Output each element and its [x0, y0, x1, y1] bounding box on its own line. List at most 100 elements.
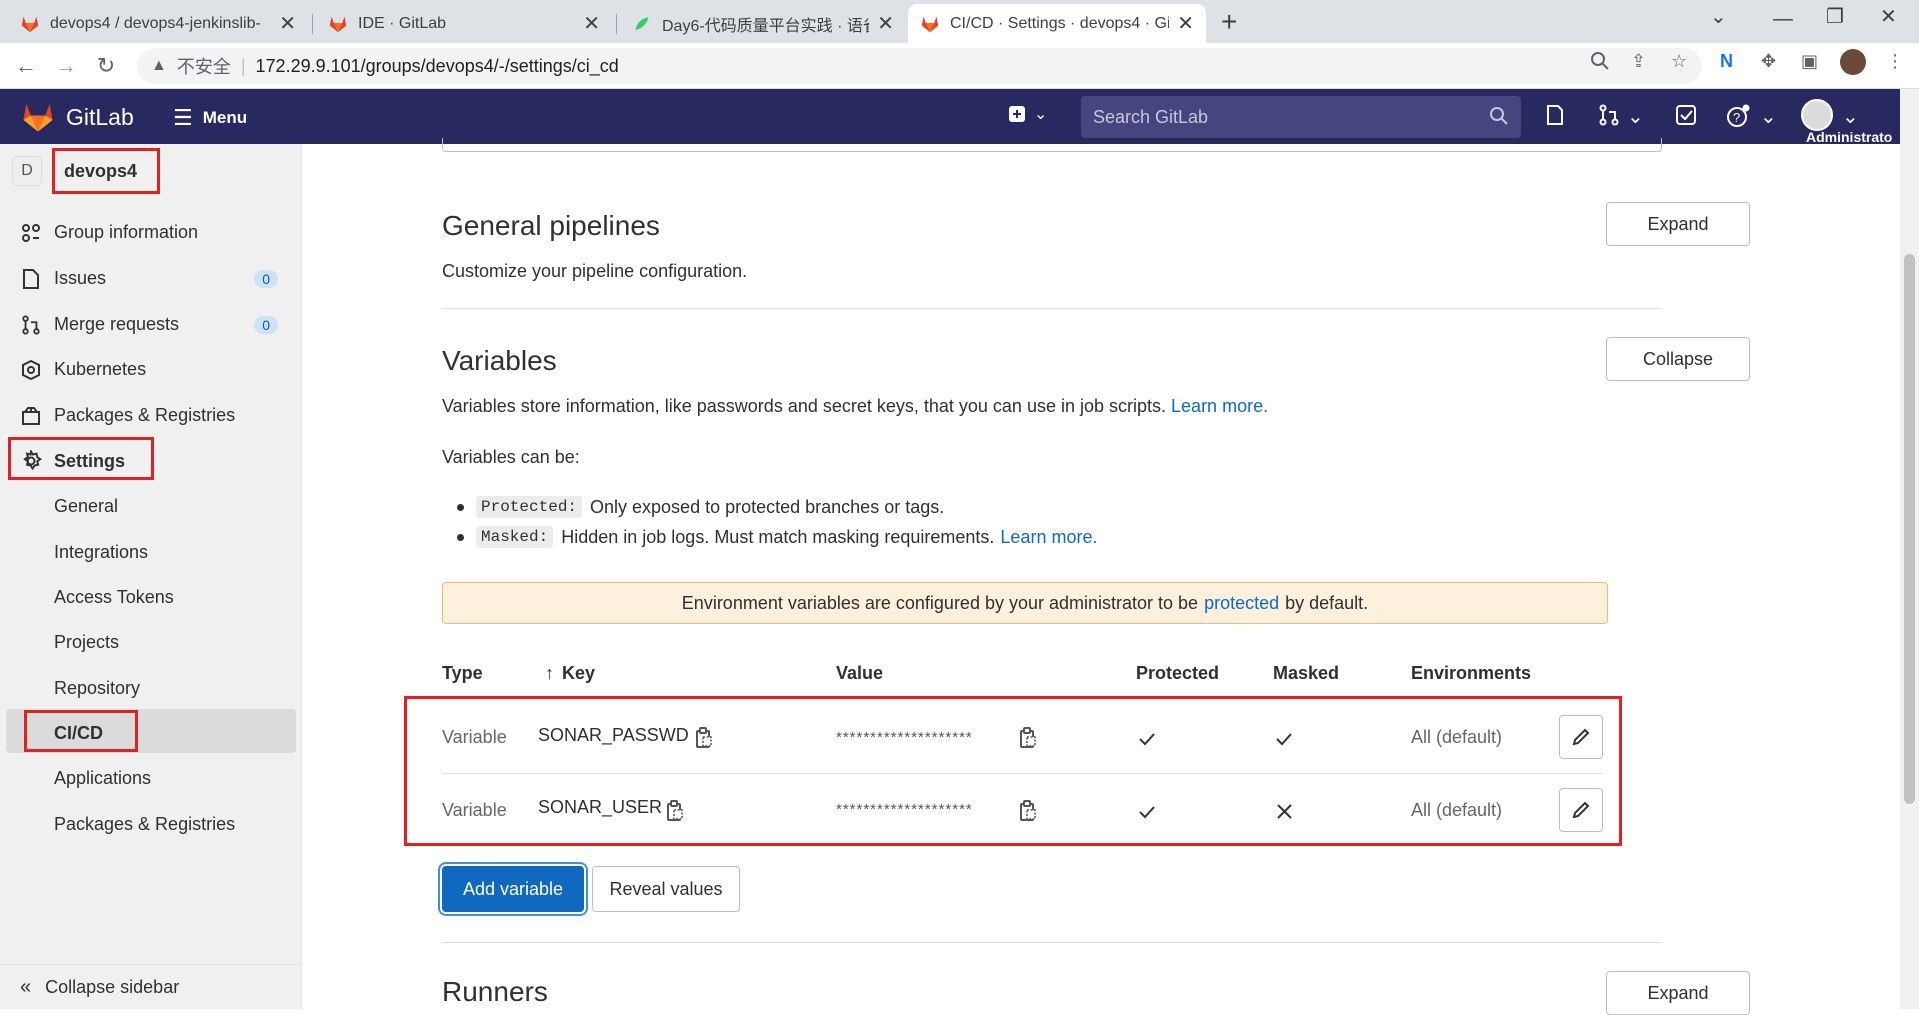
search-icon	[1489, 106, 1509, 126]
learn-more-link[interactable]: Learn more.	[1171, 396, 1268, 416]
yuque-icon	[632, 15, 652, 33]
section-title-runners: Runners	[442, 976, 548, 1007]
extension-n-icon[interactable]: N	[1720, 51, 1733, 72]
highlight-box	[24, 710, 138, 752]
sidebar-subitem-repository[interactable]: Repository	[54, 678, 140, 699]
sidebar-item-merge-requests[interactable]: Merge requests 0	[20, 314, 282, 335]
section-title-variables: Variables	[442, 345, 557, 376]
merge-request-icon	[20, 314, 42, 335]
chevron-down-icon: ⌄	[1034, 106, 1048, 123]
user-avatar[interactable]	[1801, 99, 1833, 131]
column-header-masked: Masked	[1273, 663, 1340, 683]
highlight-box	[52, 148, 160, 194]
sidepanel-icon[interactable]: ▣	[1801, 51, 1818, 72]
gitlab-logo[interactable]: GitLab	[20, 101, 134, 133]
column-header-protected: Protected	[1136, 663, 1220, 683]
sidebar-item-kubernetes[interactable]: Kubernetes	[20, 359, 282, 380]
reload-icon[interactable]: ↻	[92, 52, 120, 80]
close-tab-icon[interactable]: ✕	[1177, 11, 1194, 36]
close-window-icon[interactable]: ✕	[1880, 4, 1897, 29]
browser-tab[interactable]: IDE · GitLab ✕	[316, 4, 612, 43]
menu-button[interactable]: ☰ Menu	[173, 105, 247, 131]
issues-count-badge: 0	[254, 269, 278, 288]
close-tab-icon[interactable]: ✕	[583, 11, 600, 36]
group-info-icon	[20, 223, 42, 243]
group-avatar: D	[12, 156, 42, 186]
new-dropdown-button[interactable]: ⌄	[1008, 104, 1047, 124]
section-title-general-pipelines: General pipelines	[442, 210, 660, 241]
column-header-key[interactable]: ↑ Key	[545, 663, 595, 684]
browser-menu-icon[interactable]: ⋮	[1886, 51, 1904, 72]
variables-desc: Variables store information, like passwo…	[442, 396, 1269, 416]
back-icon[interactable]: ←	[12, 52, 40, 80]
share-icon[interactable]: ⇪	[1631, 51, 1646, 72]
close-tab-icon[interactable]: ✕	[279, 11, 296, 36]
sidebar-item-issues[interactable]: Issues 0	[20, 268, 282, 289]
sidebar-subitem-general[interactable]: General	[54, 496, 118, 517]
sidebar-item-group-information[interactable]: Group information	[20, 222, 282, 243]
scrollbar-thumb[interactable]	[1904, 254, 1915, 804]
chevron-down-icon[interactable]: ⌄	[1760, 104, 1777, 129]
chevron-down-icon[interactable]: ⌄	[1842, 104, 1859, 129]
sidebar-item-packages-registries[interactable]: Packages & Registries	[20, 405, 282, 426]
todo-icon[interactable]	[1675, 104, 1697, 126]
tab-search-icon[interactable]: ⌄	[1710, 4, 1727, 29]
column-header-type: Type	[442, 663, 483, 683]
svg-text:?: ?	[1733, 110, 1740, 125]
reveal-values-button[interactable]: Reveal values	[592, 866, 740, 912]
protected-link[interactable]: protected	[1204, 593, 1279, 614]
sidebar-subitem-access-tokens[interactable]: Access Tokens	[54, 587, 174, 608]
variables-can-be-label: Variables can be:	[442, 447, 580, 467]
column-header-environments: Environments	[1411, 663, 1532, 683]
hamburger-icon: ☰	[173, 105, 193, 130]
expand-runners-button[interactable]: Expand	[1606, 971, 1750, 1015]
masked-learn-more-link[interactable]: Learn more.	[1000, 527, 1097, 548]
search-input[interactable]: Search GitLab	[1081, 96, 1521, 138]
expand-general-pipelines-button[interactable]: Expand	[1606, 202, 1750, 246]
new-tab-button[interactable]: +	[1221, 6, 1237, 38]
help-icon[interactable]: ?	[1726, 104, 1750, 128]
gitlab-fox-icon	[920, 15, 940, 33]
highlight-box	[404, 696, 1622, 846]
gitlab-fox-icon	[20, 15, 40, 33]
sidebar-subitem-integrations[interactable]: Integrations	[54, 542, 148, 563]
browser-tab-active[interactable]: CI/CD · Settings · devops4 · Gi ✕	[908, 4, 1206, 43]
sidebar-subitem-applications[interactable]: Applications	[54, 768, 151, 789]
package-icon	[20, 406, 42, 426]
previous-section-edge	[442, 138, 1662, 152]
forward-icon[interactable]: →	[52, 52, 80, 80]
collapse-variables-button[interactable]: Collapse	[1606, 337, 1750, 381]
double-chevron-left-icon: «	[20, 975, 32, 998]
main-content: General pipelines Customize your pipelin…	[302, 138, 1900, 1015]
highlight-box	[8, 437, 154, 480]
warning-icon: ▲	[151, 57, 167, 74]
address-bar: ← → ↻ ▲ 不安全 | 172.29.9.101/groups/devops…	[0, 43, 1919, 89]
bookmark-star-icon[interactable]: ☆	[1671, 51, 1687, 72]
kubernetes-icon	[20, 359, 42, 380]
browser-tab[interactable]: Day6-代码质量平台实践 · 语雀 ✕	[620, 4, 906, 43]
issues-icon[interactable]	[1545, 104, 1565, 126]
user-name-label: Administrato	[1806, 129, 1893, 145]
protected-default-alert: Environment variables are configured by …	[442, 582, 1608, 624]
close-tab-icon[interactable]: ✕	[877, 11, 894, 36]
gitlab-header: GitLab ☰ Menu ⌄ Search GitLab ⌄ ? ⌄ ⌄ Ad…	[0, 89, 1919, 145]
add-variable-button[interactable]: Add variable	[442, 866, 584, 912]
restore-icon[interactable]: ❐	[1826, 4, 1844, 29]
page-scrollbar[interactable]	[1900, 89, 1919, 1009]
profile-avatar[interactable]	[1840, 49, 1866, 75]
puzzle-icon[interactable]: ✥	[1761, 51, 1776, 72]
column-header-value: Value	[836, 663, 884, 683]
browser-tab[interactable]: devops4 / devops4-jenkinslib- ✕	[8, 4, 308, 43]
zoom-icon[interactable]	[1590, 51, 1610, 71]
merge-request-icon[interactable]	[1598, 104, 1620, 126]
gitlab-fox-icon	[328, 15, 348, 33]
list-item: Masked: Hidden in job logs. Must match m…	[457, 526, 1097, 548]
sort-arrow-up-icon: ↑	[545, 663, 554, 683]
sidebar-subitem-projects[interactable]: Projects	[54, 632, 119, 653]
url-field[interactable]: ▲ 不安全 | 172.29.9.101/groups/devops4/-/se…	[137, 48, 1702, 84]
minimize-icon[interactable]: —	[1773, 8, 1793, 31]
list-item: Protected: Only exposed to protected bra…	[457, 496, 944, 518]
chevron-down-icon[interactable]: ⌄	[1627, 104, 1644, 129]
sidebar-subitem-packages-registries[interactable]: Packages & Registries	[54, 814, 235, 835]
collapse-sidebar-button[interactable]: « Collapse sidebar	[0, 964, 302, 1009]
